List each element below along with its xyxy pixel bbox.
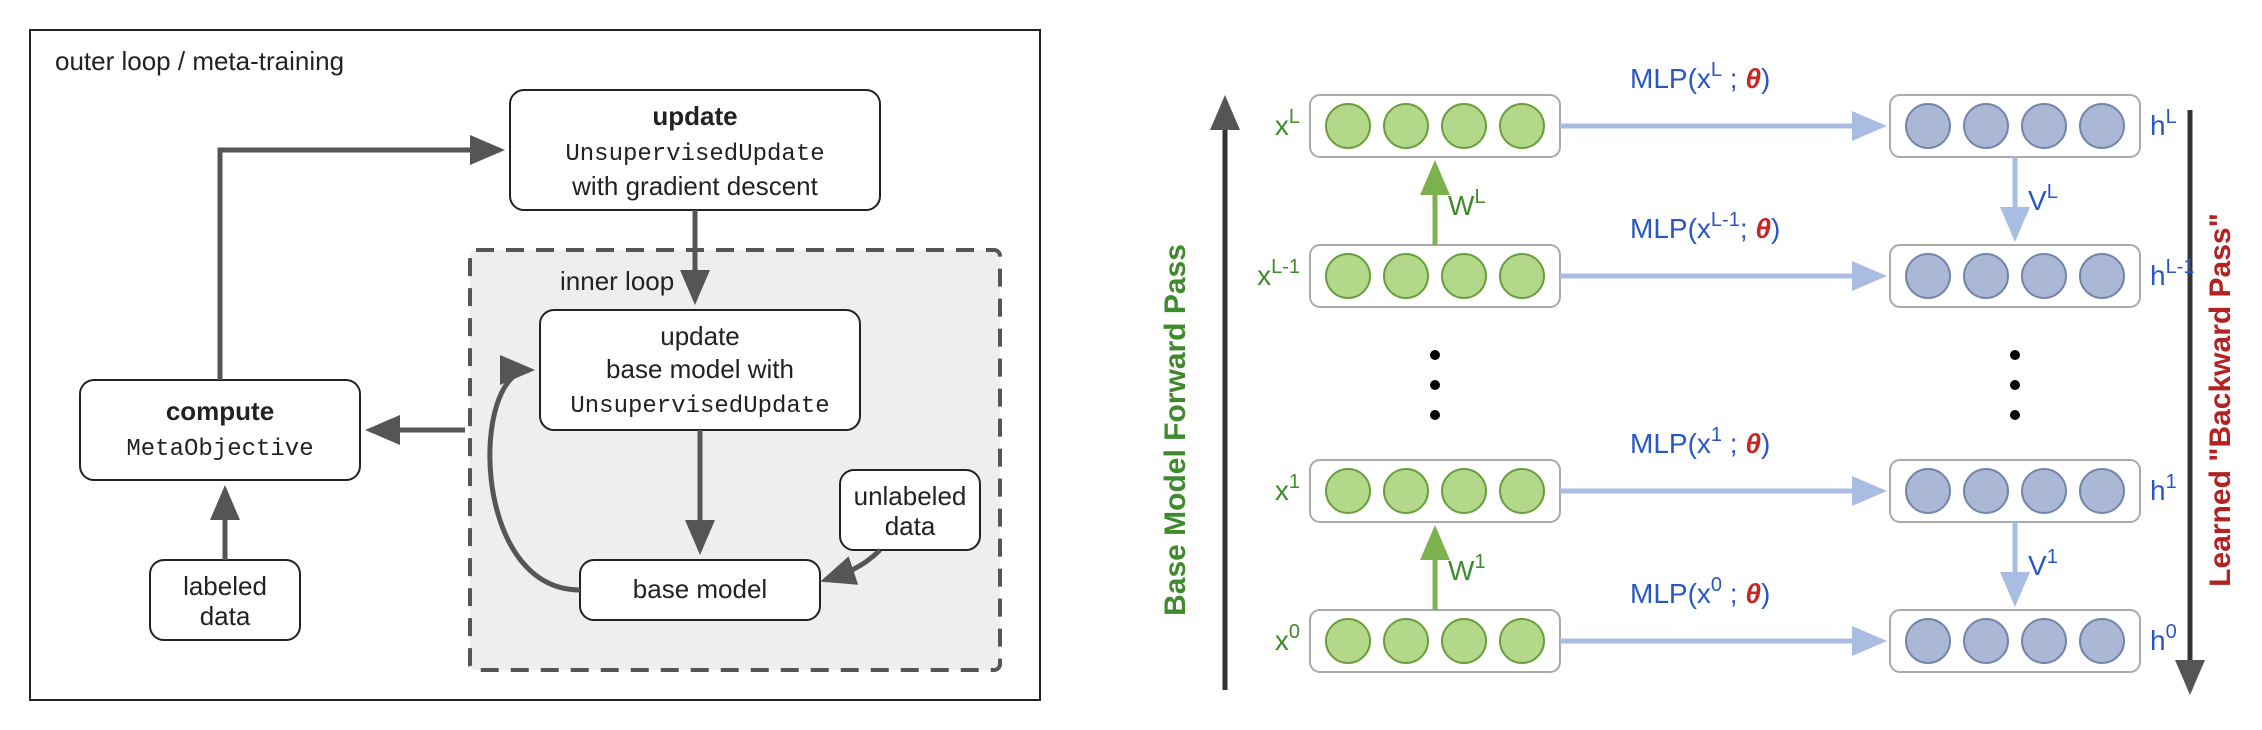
h-L-label: hL: [2150, 106, 2177, 141]
mlp-Lm1-label: MLP(xL-1; θ): [1630, 209, 1780, 244]
V-L-label: VL: [2028, 181, 2058, 216]
x-layer-0: [1310, 610, 1560, 672]
svg-text:base model: base model: [633, 574, 767, 604]
svg-text:MetaObjective: MetaObjective: [126, 436, 313, 463]
svg-text:data: data: [200, 601, 251, 631]
svg-text:update: update: [660, 321, 740, 351]
x-layer-L: [1310, 95, 1560, 157]
svg-text:update: update: [652, 101, 737, 131]
h-0-label: h0: [2150, 621, 2177, 656]
h-layer-1: [1890, 460, 2140, 522]
V-1-label: V1: [2028, 546, 2058, 581]
x-1-label: x1: [1275, 471, 1300, 506]
x-layer-Lm1: [1310, 245, 1560, 307]
x-L-label: xL: [1275, 106, 1300, 141]
backward-pass-title: Learned "Backward Pass": [2204, 213, 2237, 587]
ellipsis-dots: [1430, 350, 2020, 420]
h-layer-0: [1890, 610, 2140, 672]
arrow-compute-to-update: [220, 150, 500, 380]
labeled-data-box: labeled data: [150, 560, 300, 640]
svg-text:data: data: [885, 511, 936, 541]
forward-pass-title: Base Model Forward Pass: [1159, 244, 1192, 616]
h-layer-Lm1: [1890, 245, 2140, 307]
mlp-1-label: MLP(x1 ; θ): [1630, 424, 1770, 459]
svg-text:with gradient descent: with gradient descent: [571, 171, 818, 201]
mlp-0-label: MLP(x0 ; θ): [1630, 574, 1770, 609]
inner-loop-title: inner loop: [560, 266, 674, 296]
right-panel: Base Model Forward Pass Learned "Backwar…: [1159, 59, 2237, 690]
svg-text:unlabeled: unlabeled: [854, 481, 967, 511]
update-unsupervised-box: update UnsupervisedUpdate with gradient …: [510, 90, 880, 210]
h-1-label: h1: [2150, 471, 2177, 506]
W-1-label: W1: [1448, 551, 1486, 586]
svg-text:labeled: labeled: [183, 571, 267, 601]
svg-text:compute: compute: [166, 396, 274, 426]
compute-metaobjective-box: compute MetaObjective: [80, 380, 360, 480]
mlp-L-label: MLP(xL ; θ): [1630, 59, 1770, 94]
unlabeled-data-box: unlabeled data: [840, 470, 980, 550]
x-layer-1: [1310, 460, 1560, 522]
left-panel: outer loop / meta-training update Unsupe…: [30, 30, 1040, 700]
h-layer-L: [1890, 95, 2140, 157]
W-L-label: WL: [1448, 186, 1486, 221]
x-Lm1-label: xL-1: [1257, 256, 1300, 291]
x-0-label: x0: [1275, 621, 1300, 656]
update-base-model-box: update base model with UnsupervisedUpdat…: [540, 310, 860, 430]
svg-text:UnsupervisedUpdate: UnsupervisedUpdate: [570, 393, 829, 420]
outer-loop-title: outer loop / meta-training: [55, 46, 344, 76]
base-model-box: base model: [580, 560, 820, 620]
diagram-root: outer loop / meta-training update Unsupe…: [0, 0, 2262, 730]
svg-text:UnsupervisedUpdate: UnsupervisedUpdate: [565, 141, 824, 168]
svg-text:base model with: base model with: [606, 354, 794, 384]
